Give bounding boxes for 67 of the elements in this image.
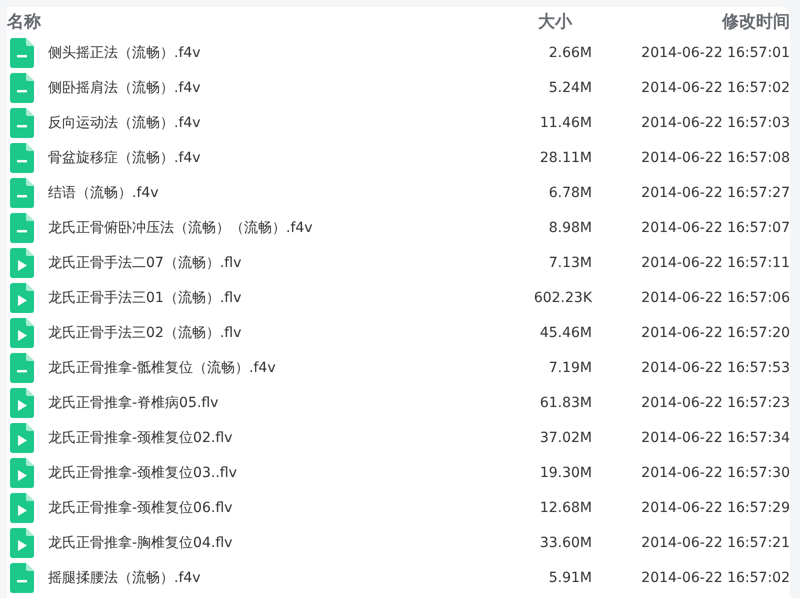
file-size: 33.60M [538,534,592,550]
file-size: 28.11M [538,150,592,166]
file-name[interactable]: 龙氏正骨手法二07（流畅）.flv [48,254,492,272]
modified-time: 2014-06-22 16:57:20 [640,324,790,340]
file-name[interactable]: 龙氏正骨推拿-脊椎病05.flv [48,394,492,412]
modified-time: 2014-06-22 16:57:06 [640,290,790,306]
file-size: 2.66M [548,44,592,60]
file-name[interactable]: 龙氏正骨手法三02（流畅）.flv [48,324,492,342]
modified-time: 2014-06-22 16:57:11 [640,254,790,270]
column-header[interactable]: 修改时间 [630,10,790,32]
video-file-icon [10,248,34,278]
modified-time: 2014-06-22 16:57:02 [640,570,790,586]
document-file-icon [10,72,34,102]
document-file-icon [10,38,34,68]
document-file-icon [10,212,34,242]
document-file-icon [10,108,34,138]
document-file-icon [10,352,34,382]
file-size: 7.13M [548,254,592,270]
file-size: 6.78M [548,184,592,200]
file-size: 37.02M [538,430,592,446]
file-name[interactable]: 龙氏正骨推拿-颈椎复位06.flv [48,498,492,516]
video-file-icon [10,492,34,522]
video-file-icon [10,458,34,488]
file-name[interactable]: 龙氏正骨推拿-颈椎复位03..flv [48,464,492,482]
document-file-icon [10,142,34,172]
file-name[interactable]: 侧头摇正法（流畅）.f4v [48,44,492,62]
modified-time: 2014-06-22 16:57:01 [640,44,790,60]
modified-time: 2014-06-22 16:57:07 [640,220,790,236]
file-name[interactable]: 龙氏正骨手法三01（流畅）.flv [48,288,492,306]
modified-time: 2014-06-22 16:57:03 [640,114,790,130]
file-size: 19.30M [538,464,592,480]
file-size: 12.68M [538,500,592,516]
video-file-icon [10,282,34,312]
file-size: 11.46M [538,114,592,130]
document-file-icon [10,178,34,208]
column-header[interactable]: 名称 [7,10,492,32]
file-size: 5.24M [548,80,592,96]
file-size: 7.19M [548,360,592,376]
video-file-icon [10,318,34,348]
modified-time: 2014-06-22 16:57:34 [640,430,790,446]
modified-time: 2014-06-22 16:57:27 [640,184,790,200]
file-name[interactable]: 反向运动法（流畅）.f4v [48,114,492,132]
video-file-icon [10,528,34,558]
file-size: 45.46M [538,324,592,340]
file-size: 8.98M [548,220,592,236]
file-name[interactable]: 龙氏正骨俯卧冲压法（流畅）（流畅）.f4v [48,218,492,236]
column-header[interactable]: 大小 [492,10,572,32]
modified-time: 2014-06-22 16:57:23 [640,394,790,410]
modified-time: 2014-06-22 16:57:08 [640,150,790,166]
document-file-icon [10,562,34,592]
file-name[interactable]: 骨盆旋移症（流畅）.f4v [48,148,492,166]
modified-time: 2014-06-22 16:57:29 [640,500,790,516]
file-name[interactable]: 结语（流畅）.f4v [48,184,492,202]
modified-time: 2014-06-22 16:57:30 [640,464,790,480]
file-name[interactable]: 摇腿揉腰法（流畅）.f4v [48,568,492,586]
file-name[interactable]: 龙氏正骨推拿-颈椎复位02.flv [48,428,492,446]
modified-time: 2014-06-22 16:57:02 [640,80,790,96]
file-name[interactable]: 侧卧摇肩法（流畅）.f4v [48,78,492,96]
file-size: 602.23K [532,290,592,306]
file-size: 61.83M [538,394,592,410]
file-name[interactable]: 龙氏正骨推拿-骶椎复位（流畅）.f4v [48,358,492,376]
file-name[interactable]: 龙氏正骨推拿-胸椎复位04.flv [48,534,492,552]
file-size: 5.91M [548,570,592,586]
modified-time: 2014-06-22 16:57:53 [640,360,790,376]
modified-time: 2014-06-22 16:57:21 [640,534,790,550]
video-file-icon [10,388,34,418]
video-file-icon [10,422,34,452]
